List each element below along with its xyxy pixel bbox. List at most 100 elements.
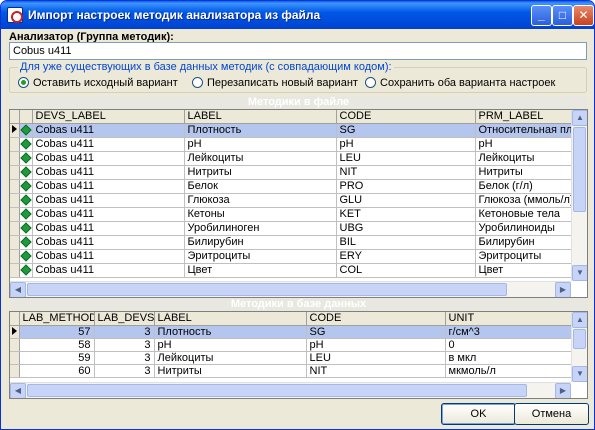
scroll-up-arrow-icon[interactable]: ▲ bbox=[572, 312, 587, 328]
scroll-up-arrow-icon[interactable]: ▲ bbox=[572, 110, 587, 126]
cell-label[interactable]: pH bbox=[154, 338, 307, 352]
cell-code[interactable]: LEU bbox=[336, 151, 476, 166]
maximize-button[interactable]: □ bbox=[552, 5, 573, 26]
scroll-thumb[interactable] bbox=[27, 384, 527, 397]
close-button[interactable]: ✕ bbox=[573, 5, 594, 26]
cell-unit[interactable]: в мкл bbox=[445, 351, 574, 365]
table-row[interactable]: Cobas u411 Эритроциты ERY Эритроциты bbox=[10, 249, 574, 264]
table-row[interactable]: Cobas u411 Белок PRO Белок (г/л) bbox=[10, 179, 574, 194]
scroll-down-arrow-icon[interactable]: ▼ bbox=[572, 366, 587, 382]
column-header-devs-label[interactable]: DEVS_LABEL bbox=[32, 110, 185, 124]
cancel-button[interactable]: Отмена bbox=[514, 403, 589, 425]
cell-devs-label[interactable]: Cobas u411 bbox=[32, 193, 185, 208]
scroll-left-arrow-icon[interactable]: ◀ bbox=[10, 282, 26, 297]
cell-code[interactable]: pH bbox=[306, 338, 446, 352]
cell-label[interactable]: Глюкоза bbox=[184, 193, 337, 208]
scroll-thumb[interactable] bbox=[27, 283, 507, 296]
cell-lab-devs-id[interactable]: 3 bbox=[94, 325, 155, 339]
radio-overwrite[interactable]: Перезаписать новый вариант bbox=[192, 77, 358, 89]
cell-devs-label[interactable]: Cobas u411 bbox=[32, 263, 185, 278]
table-row[interactable]: Cobas u411 Цвет COL Цвет bbox=[10, 263, 574, 278]
column-header-lab-methods-id[interactable]: LAB_METHODS_ID bbox=[19, 312, 95, 326]
table-row[interactable]: 60 3 Нитриты NIT мкмоль/л bbox=[10, 364, 574, 378]
cell-label[interactable]: Цвет bbox=[184, 263, 337, 278]
column-header-code[interactable]: CODE bbox=[306, 312, 446, 326]
db-grid-vertical-scrollbar[interactable]: ▲ ▼ bbox=[571, 312, 587, 382]
cell-code[interactable]: LEU bbox=[306, 351, 446, 365]
cell-code[interactable]: SG bbox=[306, 325, 446, 339]
cell-devs-label[interactable]: Cobas u411 bbox=[32, 207, 185, 222]
cell-label[interactable]: Нитриты bbox=[184, 165, 337, 180]
radio-keep-both[interactable]: Сохранить оба варианта настроек bbox=[365, 77, 555, 89]
cell-unit[interactable]: мкмоль/л bbox=[445, 364, 574, 378]
cell-label[interactable]: Плотность bbox=[184, 123, 337, 138]
scroll-right-arrow-icon[interactable]: ▶ bbox=[555, 383, 571, 398]
cell-devs-label[interactable]: Cobas u411 bbox=[32, 221, 185, 236]
cell-lab-methods-id[interactable]: 57 bbox=[19, 325, 95, 339]
title-bar[interactable]: Импорт настроек методик анализатора из ф… bbox=[1, 1, 594, 29]
column-header-label[interactable]: LABEL bbox=[184, 110, 337, 124]
cell-lab-methods-id[interactable]: 60 bbox=[19, 364, 95, 378]
radio-keep-original[interactable]: Оставить исходный вариант bbox=[18, 77, 178, 89]
cell-label[interactable]: Уробилиноген bbox=[184, 221, 337, 236]
cell-lab-methods-id[interactable]: 58 bbox=[19, 338, 95, 352]
table-row[interactable]: 58 3 pH pH 0 bbox=[10, 338, 574, 352]
table-row[interactable]: Cobas u411 pH pH pH bbox=[10, 137, 574, 152]
cell-label[interactable]: Билирубин bbox=[184, 235, 337, 250]
column-header-prm-label[interactable]: PRM_LABEL bbox=[475, 110, 574, 124]
cell-prm-label[interactable]: Лейкоциты bbox=[475, 151, 574, 166]
column-header-code[interactable]: CODE bbox=[336, 110, 476, 124]
cell-devs-label[interactable]: Cobas u411 bbox=[32, 123, 185, 138]
cell-lab-methods-id[interactable]: 59 bbox=[19, 351, 95, 365]
scroll-right-arrow-icon[interactable]: ▶ bbox=[555, 282, 571, 297]
cell-code[interactable]: GLU bbox=[336, 193, 476, 208]
scroll-thumb[interactable] bbox=[573, 127, 586, 212]
cell-prm-label[interactable]: Уробилиноиды bbox=[475, 221, 574, 236]
table-row[interactable]: 57 3 Плотность SG г/см^3 bbox=[10, 325, 574, 339]
scroll-thumb[interactable] bbox=[573, 329, 586, 349]
cell-label[interactable]: Лейкоциты bbox=[184, 151, 337, 166]
db-grid-horizontal-scrollbar[interactable]: ◀ ▶ bbox=[10, 382, 571, 398]
cell-code[interactable]: PRO bbox=[336, 179, 476, 194]
cell-devs-label[interactable]: Cobas u411 bbox=[32, 235, 185, 250]
column-header-label[interactable]: LABEL bbox=[154, 312, 307, 326]
cell-prm-label[interactable]: Относительная плотность bbox=[475, 123, 574, 138]
file-grid-horizontal-scrollbar[interactable]: ◀ ▶ bbox=[10, 281, 571, 297]
cell-code[interactable]: UBG bbox=[336, 221, 476, 236]
table-row[interactable]: Cobas u411 Кетоны KET Кетоновые тела bbox=[10, 207, 574, 222]
cell-code[interactable]: ERY bbox=[336, 249, 476, 264]
analyzer-input[interactable]: Cobus u411 bbox=[9, 42, 587, 60]
cell-lab-devs-id[interactable]: 3 bbox=[94, 338, 155, 352]
cell-devs-label[interactable]: Cobas u411 bbox=[32, 137, 185, 152]
cell-devs-label[interactable]: Cobas u411 bbox=[32, 151, 185, 166]
cell-prm-label[interactable]: Нитриты bbox=[475, 165, 574, 180]
table-row[interactable]: Cobas u411 Глюкоза GLU Глюкоза (ммоль/л) bbox=[10, 193, 574, 208]
cell-label[interactable]: Кетоны bbox=[184, 207, 337, 222]
cell-code[interactable]: BIL bbox=[336, 235, 476, 250]
scroll-left-arrow-icon[interactable]: ◀ bbox=[10, 383, 26, 398]
cell-prm-label[interactable]: Кетоновые тела bbox=[475, 207, 574, 222]
cell-code[interactable]: SG bbox=[336, 123, 476, 138]
cell-code[interactable]: pH bbox=[336, 137, 476, 152]
ok-button[interactable]: OK bbox=[441, 403, 516, 425]
cell-devs-label[interactable]: Cobas u411 bbox=[32, 249, 185, 264]
cell-unit[interactable]: г/см^3 bbox=[445, 325, 574, 339]
cell-lab-devs-id[interactable]: 3 bbox=[94, 364, 155, 378]
table-row[interactable]: Cobas u411 Билирубин BIL Билирубин bbox=[10, 235, 574, 250]
cell-code[interactable]: NIT bbox=[306, 364, 446, 378]
cell-code[interactable]: NIT bbox=[336, 165, 476, 180]
column-header-lab-devs-id[interactable]: LAB_DEVS_ID bbox=[94, 312, 155, 326]
table-row[interactable]: Cobas u411 Лейкоциты LEU Лейкоциты bbox=[10, 151, 574, 166]
cell-label[interactable]: pH bbox=[184, 137, 337, 152]
cell-prm-label[interactable]: Цвет bbox=[475, 263, 574, 278]
cell-devs-label[interactable]: Cobas u411 bbox=[32, 179, 185, 194]
cell-prm-label[interactable]: pH bbox=[475, 137, 574, 152]
file-grid-vertical-scrollbar[interactable]: ▲ ▼ bbox=[571, 110, 587, 281]
minimize-button[interactable]: _ bbox=[531, 5, 552, 26]
table-row[interactable]: Cobas u411 Нитриты NIT Нитриты bbox=[10, 165, 574, 180]
cell-prm-label[interactable]: Глюкоза (ммоль/л) bbox=[475, 193, 574, 208]
cell-label[interactable]: Плотность bbox=[154, 325, 307, 339]
cell-prm-label[interactable]: Эритроциты bbox=[475, 249, 574, 264]
cell-label[interactable]: Белок bbox=[184, 179, 337, 194]
table-row[interactable]: 59 3 Лейкоциты LEU в мкл bbox=[10, 351, 574, 365]
